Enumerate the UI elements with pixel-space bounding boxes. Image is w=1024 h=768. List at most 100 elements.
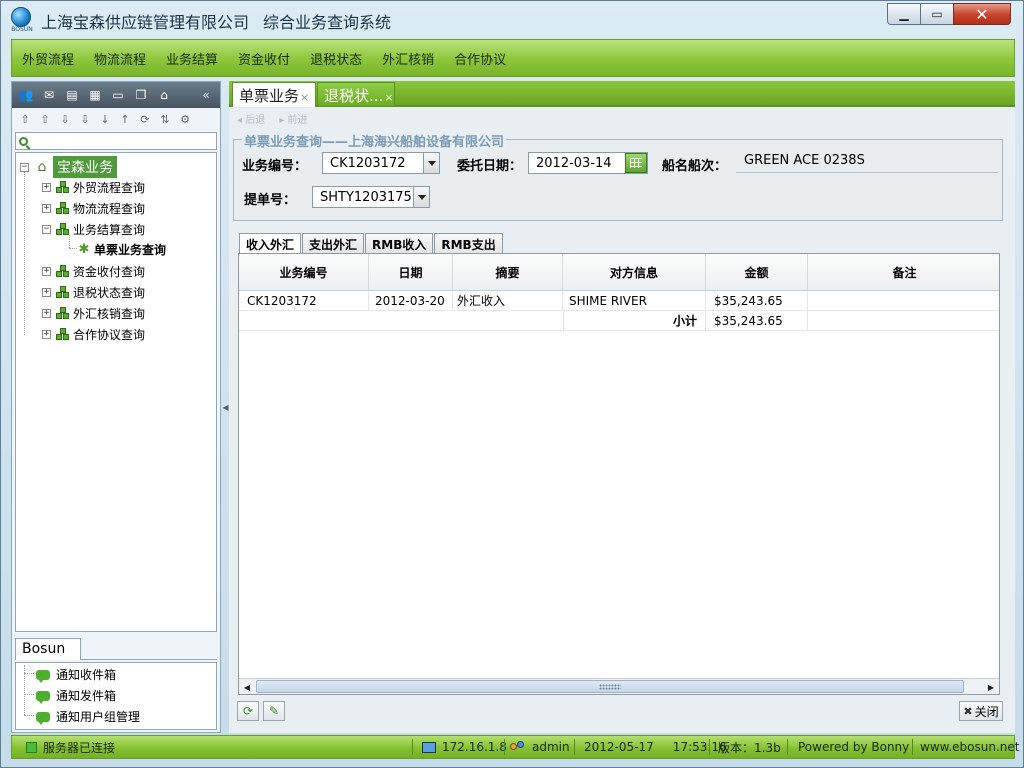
expand-toggle[interactable]: + [42,330,51,339]
refresh-tree-icon[interactable]: ⟳ [136,111,154,127]
cell-amount: $35,243.65 [706,291,808,311]
move-bottom-icon[interactable]: ⇩ [76,111,94,127]
menu-tax-refund[interactable]: 退税状态 [310,49,362,68]
tab-foreign-income[interactable]: 收入外汇 [239,233,302,253]
collapse-arrow-icon[interactable]: ◀ [222,403,228,412]
dropdown-arrow-icon[interactable] [413,187,429,207]
expand-toggle[interactable]: + [42,183,51,192]
tree-guide [24,715,34,716]
left-panel: 👥 ✉ ▤ ▦ ▭ ❐ ⌂ « ⇧ ⇧ ⇩ ⇩ ↓ ↑ ⟳ ⇅ ⚙ − ⌂ 宝森… [11,81,221,733]
panel-splitter[interactable]: ◀ [222,81,229,733]
home-icon[interactable]: ⌂ [154,86,174,104]
tree-root[interactable]: − ⌂ 宝森业务 [20,156,117,178]
tab-label: 退税状... [324,87,384,105]
business-number-select[interactable]: CK1203172 [322,152,440,174]
forward-label: 前进 [287,115,308,126]
window-icon[interactable]: ▭ [108,86,128,104]
notice-groups[interactable]: 通知用户组管理 [36,708,140,725]
forward-button[interactable]: ▸ 前进 [279,111,307,127]
move-up-icon[interactable]: ⇧ [36,111,54,127]
minimize-button[interactable]: ▁ [887,3,921,25]
app-logo: BOSUN [11,7,33,33]
tree-node-settlement[interactable]: − 业务结算查询 [42,221,145,238]
menu-forex[interactable]: 外汇核销 [382,49,434,68]
swap-icon[interactable]: ⇅ [156,111,174,127]
menu-foreign-trade[interactable]: 外贸流程 [22,49,74,68]
tab-close-icon[interactable]: × [384,91,393,104]
chart-icon[interactable]: ▦ [85,86,105,104]
bosun-tab[interactable]: Bosun [15,638,81,660]
website[interactable]: www.ebosun.net [920,736,1019,758]
col-summary[interactable]: 摘要 [453,254,563,291]
back-button[interactable]: ◂ 后退 [237,111,265,127]
col-counterparty[interactable]: 对方信息 [563,254,706,291]
tree-node-label: 物流流程查询 [73,202,146,216]
tab-close-icon[interactable]: × [300,91,309,104]
tab-rmb-income[interactable]: RMB收入 [365,233,434,253]
move-top-icon[interactable]: ⇧ [16,111,34,127]
sort-desc-icon[interactable]: ↑ [116,111,134,127]
commission-date-input[interactable]: 2012-03-14 [528,152,648,174]
settings-icon[interactable]: ⚙ [176,111,194,127]
close-label: 关闭 [974,704,999,719]
expand-toggle[interactable]: + [42,309,51,318]
copy-icon[interactable]: ❐ [131,86,151,104]
document-icon[interactable]: ▤ [62,86,82,104]
collapse-toggle[interactable]: − [42,225,51,234]
tree-node-logistics[interactable]: + 物流流程查询 [42,200,145,217]
col-amount[interactable]: 金额 [706,254,808,291]
scroll-left-icon[interactable]: ◀ [239,680,255,694]
tree-node-agreements[interactable]: + 合作协议查询 [42,326,145,343]
col-remarks[interactable]: 备注 [808,254,999,291]
search-icon [19,136,28,146]
edit-button[interactable]: ✎ [263,701,285,721]
separator [574,739,575,755]
scroll-thumb[interactable] [256,680,964,693]
menu-settlement[interactable]: 业务结算 [166,49,218,68]
expand-toggle[interactable]: + [42,288,51,297]
mail-icon[interactable]: ✉ [39,86,59,104]
tree-node-forex[interactable]: + 外汇核销查询 [42,305,145,322]
sort-asc-icon[interactable]: ↓ [96,111,114,127]
tab-rmb-expense[interactable]: RMB支出 [434,233,503,253]
menu-agreements[interactable]: 合作协议 [454,49,506,68]
tree-node-label: 资金收付查询 [73,265,146,279]
tree-node-foreign-trade[interactable]: + 外贸流程查询 [42,179,145,196]
tab-tax-refund-status[interactable]: 退税状...× [317,82,395,107]
expand-toggle[interactable]: + [42,204,51,213]
tree-node-single-query[interactable]: ✱ 单票业务查询 [76,241,166,258]
tab-single-business[interactable]: 单票业务× [232,82,316,107]
refresh-icon: ⟳ [242,704,254,718]
tree-node-tax-refund[interactable]: + 退税状态查询 [42,284,145,301]
notice-outbox[interactable]: 通知发件箱 [36,687,116,704]
collapse-left-icon[interactable]: « [196,86,216,104]
menu-payments[interactable]: 资金收付 [238,49,290,68]
users-icon[interactable]: 👥 [16,86,36,104]
col-date[interactable]: 日期 [369,254,453,291]
tab-foreign-expense[interactable]: 支出外汇 [302,233,365,253]
move-down-icon[interactable]: ⇩ [56,111,74,127]
cubes-icon [55,201,71,216]
notice-inbox[interactable]: 通知收件箱 [36,666,116,683]
calendar-icon[interactable] [625,153,647,173]
user-status: admin [510,736,570,758]
logo-text: BOSUN [11,26,33,33]
collapse-toggle[interactable]: − [20,162,29,172]
tree-search-input[interactable] [32,134,216,148]
maximize-button[interactable]: ▭ [920,3,954,25]
close-tab-button[interactable]: ✖ 关闭 [959,701,1003,721]
bill-of-lading-select[interactable]: SHTY1203175 [312,186,430,208]
expand-toggle[interactable]: + [42,267,51,276]
separator [787,739,788,755]
col-business-number[interactable]: 业务编号 [239,254,369,291]
dropdown-arrow-icon[interactable] [423,153,439,173]
refresh-button[interactable]: ⟳ [237,701,259,721]
tree-node-payments[interactable]: + 资金收付查询 [42,263,145,280]
cell-empty [239,311,563,331]
scroll-right-icon[interactable]: ▶ [983,680,999,694]
horizontal-scrollbar[interactable]: ◀ ▶ [239,678,999,694]
close-window-button[interactable]: ✕ [953,3,1011,25]
menu-logistics[interactable]: 物流流程 [94,49,146,68]
close-x-icon: ✖ [963,704,973,718]
table-row[interactable]: CK1203172 2012-03-20 外汇收入 SHIME RIVER $3… [239,291,999,311]
